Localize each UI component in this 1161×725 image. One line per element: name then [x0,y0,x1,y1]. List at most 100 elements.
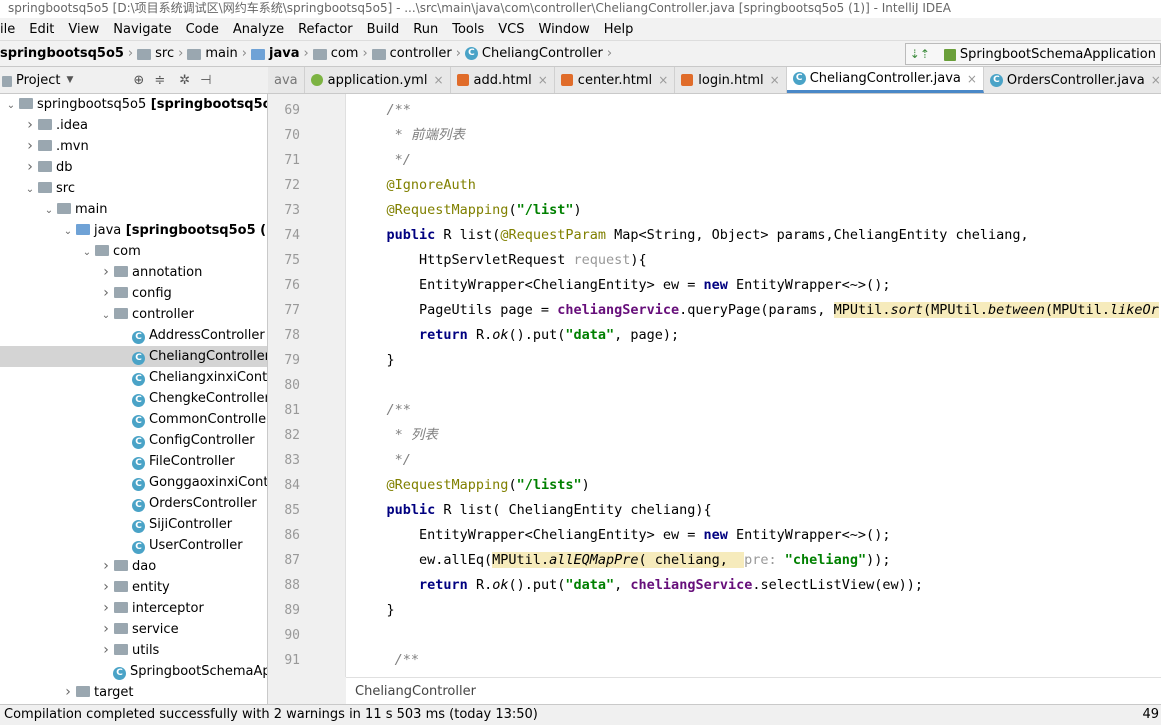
tree-item-target[interactable]: › target [0,682,267,703]
code-line[interactable]: HttpServletRequest request){ [354,248,647,273]
menu-analyze[interactable]: Analyze [226,22,291,37]
chevron-down-icon[interactable]: ⌄ [63,221,73,242]
tree-item-annotation[interactable]: › annotation [0,262,267,283]
breadcrumb-cheliangcontroller[interactable]: C CheliangController › [464,46,616,61]
close-icon[interactable]: × [538,73,548,87]
menu-refactor[interactable]: Refactor [291,22,360,37]
tab-center-html[interactable]: center.html × [554,67,676,93]
tree-item-controller[interactable]: ⌄ controller [0,304,267,326]
project-panel-label[interactable]: Project [16,73,60,88]
chevron-right-icon[interactable]: › [101,262,111,283]
menu-ile[interactable]: ile [0,22,22,37]
tree-item-db[interactable]: › db [0,157,267,178]
tree-item-gonggaoxinxicontro[interactable]: C GonggaoxinxiContro [0,472,267,493]
tab-application-yml[interactable]: application.yml × [304,67,451,93]
tab-ava[interactable]: ava [268,67,305,93]
code-line[interactable]: public R list( CheliangEntity cheliang){ [354,498,712,523]
tree-item-cheliangcontroller[interactable]: C CheliangController [0,346,267,367]
menu-navigate[interactable]: Navigate [106,22,178,37]
tree-item-addresscontroller[interactable]: C AddressController [0,325,267,346]
code-line[interactable]: public R list(@RequestParam Map<String, … [354,223,1029,248]
status-message[interactable]: Compilation completed successfully with … [4,707,538,722]
close-icon[interactable]: × [1151,73,1161,87]
tab-orderscontroller-java[interactable]: C OrdersController.java × [983,67,1161,93]
tree-item-springbootschemaappli[interactable]: C SpringbootSchemaAppli [0,661,267,682]
menu-help[interactable]: Help [597,22,641,37]
code-line[interactable]: */ [354,148,411,173]
tree-item-sijicontroller[interactable]: C SijiController [0,514,267,535]
chevron-right-icon[interactable]: › [25,136,35,157]
code-line[interactable]: /** [354,98,411,123]
tab-login-html[interactable]: login.html × [675,67,787,93]
code-line[interactable]: EntityWrapper<CheliangEntity> ew = new E… [354,273,890,298]
chevron-right-icon[interactable]: › [101,283,111,304]
tree-item--idea[interactable]: › .idea [0,115,267,136]
code-line[interactable]: EntityWrapper<CheliangEntity> ew = new E… [354,523,890,548]
code-line[interactable]: return R.ok().put("data", page); [354,323,679,348]
collapse-all-icon[interactable]: ≑ [154,73,165,88]
chevron-right-icon[interactable]: › [25,115,35,136]
tree-item-src[interactable]: ⌄ src [0,178,267,200]
tree-item-orderscontroller[interactable]: C OrdersController [0,493,267,514]
hide-panel-icon[interactable]: ⊣ [200,73,211,88]
chevron-right-icon[interactable]: › [101,598,111,619]
tree-item-cheliangxinxicontroll[interactable]: C CheliangxinxiControll [0,367,267,388]
tree-item-java[interactable]: ⌄java [springbootsq5o5 (1)] so [0,220,267,242]
breadcrumb-controller[interactable]: controller › [371,46,465,61]
gear-icon[interactable]: ✲ [179,73,190,88]
tree-item-com[interactable]: ⌄ com [0,241,267,263]
chevron-down-icon[interactable]: ⌄ [82,242,92,263]
code-line[interactable]: } [354,348,395,373]
code-line[interactable]: PageUtils page = cheliangService.queryPa… [354,298,1159,323]
chevron-right-icon[interactable]: › [63,682,73,703]
chevron-down-icon[interactable]: ⌄ [44,200,54,221]
download-arrows-icon[interactable]: ⇣⇡ [910,47,930,61]
menu-run[interactable]: Run [406,22,445,37]
code-line[interactable]: @RequestMapping("/list") [354,198,582,223]
tree-item-filecontroller[interactable]: C FileController [0,451,267,472]
menu-edit[interactable]: Edit [22,22,61,37]
editor-breadcrumb[interactable]: CheliangController [346,677,1161,704]
chevron-right-icon[interactable]: › [101,619,111,640]
code-line[interactable]: /** [354,648,419,673]
tree-item-dao[interactable]: › dao [0,556,267,577]
breadcrumb-src[interactable]: src › [137,46,187,61]
status-position[interactable]: 49 [1142,705,1159,725]
code-line[interactable]: * 前端列表 [354,123,465,148]
tree-item-springbootsq5o5[interactable]: ⌄ springbootsq5o5 [springbootsq5o5 (2)] [0,94,267,116]
chevron-right-icon[interactable]: › [101,640,111,661]
tree-item-commoncontroller[interactable]: C CommonController [0,409,267,430]
code-line[interactable]: @RequestMapping("/lists") [354,473,590,498]
chevron-right-icon[interactable]: › [25,157,35,178]
menu-vcs[interactable]: VCS [491,22,531,37]
code-line[interactable]: /** [354,398,411,423]
run-configuration-selector[interactable]: ⇣⇡ SpringbootSchemaApplication [904,43,1161,65]
chevron-down-icon[interactable]: ⌄ [25,179,35,200]
menu-build[interactable]: Build [360,22,407,37]
menu-window[interactable]: Window [532,22,597,37]
chevron-down-icon[interactable]: ⌄ [6,95,16,116]
close-icon[interactable]: × [967,72,977,86]
tree-item-interceptor[interactable]: › interceptor [0,598,267,619]
tree-item-entity[interactable]: › entity [0,577,267,598]
tree-item-config[interactable]: › config [0,283,267,304]
code-line[interactable]: @IgnoreAuth [354,173,476,198]
tree-item-main[interactable]: ⌄ main [0,199,267,221]
tab-cheliangcontroller-java[interactable]: C CheliangController.java × [786,67,984,93]
dropdown-arrow-icon[interactable]: ▼ [66,75,73,85]
chevron-down-icon[interactable]: ⌄ [101,305,111,326]
code-editor[interactable]: /** * 前端列表 */ @IgnoreAuth @RequestMappin… [346,94,1161,677]
tree-item-service[interactable]: › service [0,619,267,640]
menu-view[interactable]: View [61,22,106,37]
menu-code[interactable]: Code [179,22,226,37]
tree-item-utils[interactable]: › utils [0,640,267,661]
tree-item--mvn[interactable]: › .mvn [0,136,267,157]
tree-item-configcontroller[interactable]: C ConfigController [0,430,267,451]
tab-add-html[interactable]: add.html × [450,67,555,93]
breadcrumb-java[interactable]: java › [251,46,313,61]
code-line[interactable]: * 列表 [354,423,438,448]
breadcrumb-com[interactable]: com › [312,46,372,61]
close-icon[interactable]: × [770,73,780,87]
close-icon[interactable]: × [658,73,668,87]
code-line[interactable]: return R.ok().put("data", cheliangServic… [354,573,923,598]
